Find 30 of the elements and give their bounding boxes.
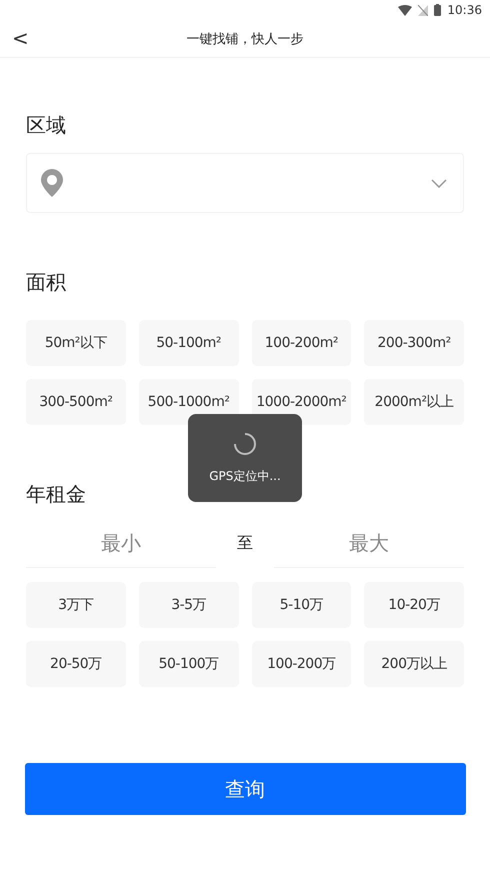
rent-option[interactable]: 10-20万: [364, 582, 464, 628]
rent-option[interactable]: 3万下: [26, 582, 126, 628]
spinner-icon: [233, 432, 257, 456]
range-separator: 至: [236, 532, 254, 554]
section-label: 年租金: [26, 481, 87, 508]
section-label: 区域: [26, 112, 67, 139]
rent-option[interactable]: 50-100万: [138, 641, 238, 687]
rent-option[interactable]: 200万以上: [364, 641, 464, 687]
wifi-icon: [398, 4, 412, 16]
battery-icon: [434, 4, 442, 16]
area-option[interactable]: 100-200m²: [252, 320, 352, 366]
page-title: 一键找铺，快人一步: [186, 30, 304, 48]
search-button[interactable]: 查询: [24, 763, 466, 815]
chevron-down-icon: [431, 178, 447, 188]
toast-text: GPS定位中...: [209, 468, 281, 484]
location-pin-icon: [41, 169, 63, 197]
status-time: 10:36: [447, 3, 482, 17]
area-option[interactable]: 50m²以下: [26, 320, 126, 366]
back-button[interactable]: <: [8, 28, 33, 48]
area-option[interactable]: 200-300m²: [364, 320, 464, 366]
area-option[interactable]: 2000m²以上: [364, 379, 464, 425]
rent-option[interactable]: 20-50万: [26, 641, 126, 687]
rent-option[interactable]: 3-5万: [138, 582, 238, 628]
region-select[interactable]: [26, 153, 464, 213]
no-signal-icon: [418, 4, 428, 16]
section-label: 面积: [26, 269, 67, 296]
rent-option[interactable]: 100-200万: [252, 641, 352, 687]
area-option[interactable]: 300-500m²: [26, 379, 126, 425]
rent-option[interactable]: 5-10万: [252, 582, 352, 628]
area-option[interactable]: 50-100m²: [138, 320, 238, 366]
